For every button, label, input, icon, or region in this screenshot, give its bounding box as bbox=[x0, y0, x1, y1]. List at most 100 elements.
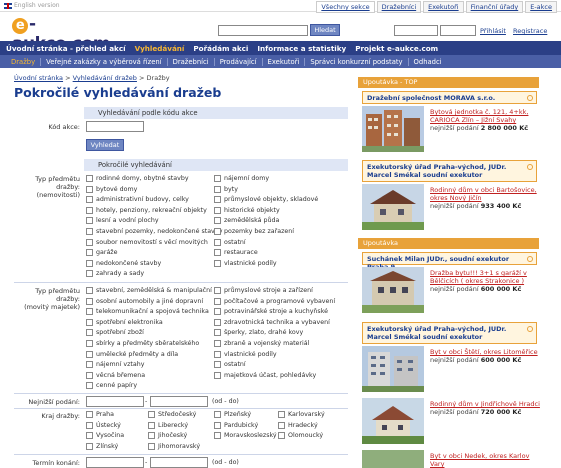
region-checkbox[interactable] bbox=[86, 442, 93, 450]
subnav-tenders[interactable]: Veřejné zakázky a výběrová řízení bbox=[41, 57, 168, 66]
checkbox[interactable] bbox=[86, 206, 93, 214]
promo-title[interactable]: Rodinný dům v obci Bartošovice, okres No… bbox=[430, 186, 540, 202]
checkbox[interactable] bbox=[214, 228, 221, 235]
region-checkbox[interactable] bbox=[148, 442, 155, 450]
checkbox[interactable] bbox=[214, 318, 221, 326]
search-input[interactable] bbox=[218, 25, 308, 36]
checkbox[interactable] bbox=[86, 308, 93, 316]
subnav-trustees[interactable]: Správci konkurzní podstaty bbox=[305, 57, 409, 66]
checkbox[interactable] bbox=[86, 238, 93, 246]
checkbox[interactable] bbox=[214, 350, 221, 358]
checkbox[interactable] bbox=[86, 318, 93, 326]
breadcrumb-search[interactable]: Vyhledávání dražeb bbox=[73, 74, 137, 82]
region-checkbox[interactable] bbox=[214, 421, 221, 429]
checkbox[interactable] bbox=[86, 371, 93, 379]
subnav-auctioneers[interactable]: Dražebníci bbox=[168, 57, 215, 66]
checkbox[interactable] bbox=[86, 287, 93, 294]
subnav-auctions[interactable]: Dražby bbox=[6, 57, 42, 66]
checkbox[interactable] bbox=[214, 361, 221, 369]
region-checkbox[interactable] bbox=[86, 411, 93, 418]
checkbox[interactable] bbox=[214, 175, 221, 182]
section-link-auctioneers[interactable]: Dražebníci bbox=[376, 1, 422, 13]
checkbox[interactable] bbox=[214, 297, 221, 305]
section-link-tax-offices[interactable]: Finanční úřady bbox=[465, 1, 524, 13]
lowest-bid-to[interactable] bbox=[150, 396, 208, 407]
region-checkbox[interactable] bbox=[278, 421, 285, 429]
region-checkbox[interactable] bbox=[148, 421, 155, 429]
property-photo[interactable] bbox=[362, 106, 424, 152]
checkbox[interactable] bbox=[214, 196, 221, 204]
region-checkbox[interactable] bbox=[214, 411, 221, 418]
nav-project[interactable]: Projekt e-aukce.com bbox=[355, 44, 438, 53]
promo-title[interactable]: Bytová jednotka č. 121, 4+kk, CARIOCA Zl… bbox=[430, 108, 540, 124]
checkbox[interactable] bbox=[86, 175, 93, 182]
checkbox[interactable] bbox=[214, 329, 221, 337]
region-checkbox[interactable] bbox=[86, 432, 93, 439]
property-photo[interactable] bbox=[362, 184, 424, 230]
property-photo[interactable] bbox=[362, 346, 424, 392]
code-input[interactable] bbox=[86, 121, 144, 132]
subnav-appraisers[interactable]: Odhadci bbox=[409, 58, 447, 66]
region-checkbox[interactable] bbox=[278, 432, 285, 439]
checkbox[interactable] bbox=[214, 238, 221, 246]
checkbox[interactable] bbox=[214, 249, 221, 257]
nav-organize[interactable]: Pořádám akci bbox=[193, 44, 248, 53]
checkbox[interactable] bbox=[214, 308, 221, 316]
code-search-button[interactable]: Vyhledat bbox=[86, 139, 124, 151]
term-to[interactable] bbox=[150, 457, 208, 468]
checkbox[interactable] bbox=[86, 297, 93, 305]
checkbox[interactable] bbox=[86, 259, 93, 267]
region-checkbox[interactable] bbox=[148, 432, 155, 439]
subnav-executors[interactable]: Exekutoři bbox=[263, 57, 306, 66]
property-photo[interactable] bbox=[362, 450, 424, 468]
checkbox[interactable] bbox=[214, 340, 221, 347]
nav-info[interactable]: Informace a statistiky bbox=[257, 44, 346, 53]
region-checkbox[interactable] bbox=[148, 411, 155, 418]
checkbox[interactable] bbox=[86, 196, 93, 204]
promo-title[interactable]: Dražba bytu!!! 3+1 s garáží v Bělčicích … bbox=[430, 269, 540, 285]
breadcrumb-home[interactable]: Úvodní stránka bbox=[14, 74, 63, 82]
subnav-sellers[interactable]: Prodávající bbox=[215, 57, 263, 66]
checkbox[interactable] bbox=[86, 382, 93, 390]
checkbox[interactable] bbox=[86, 329, 93, 337]
promo-title[interactable]: Byt v obci Nedek, okres Karlov Vary bbox=[430, 452, 540, 468]
region-checkbox[interactable] bbox=[214, 432, 221, 439]
lowest-bid-from[interactable] bbox=[86, 396, 144, 407]
checkbox[interactable] bbox=[86, 217, 93, 225]
checkbox[interactable] bbox=[86, 270, 93, 278]
region-checkbox[interactable] bbox=[278, 411, 285, 418]
nav-search[interactable]: Vyhledávání bbox=[135, 44, 185, 53]
english-version-link[interactable]: English version bbox=[14, 2, 60, 9]
property-photo[interactable] bbox=[362, 267, 424, 313]
promo-org[interactable]: Suchánek Milan JUDr., soudní exekutor Pr… bbox=[362, 252, 537, 271]
checkbox[interactable] bbox=[86, 249, 93, 257]
checkbox[interactable] bbox=[214, 217, 221, 225]
promo-title[interactable]: Byt v obci Štětí, okres Litoměřice bbox=[430, 348, 540, 356]
checkbox[interactable] bbox=[86, 350, 93, 358]
promo-org[interactable]: Exekutorský úřad Praha-východ, JUDr. Mar… bbox=[362, 160, 537, 182]
nav-home[interactable]: Úvodní stránka - přehled akcí bbox=[6, 44, 126, 53]
property-photo[interactable] bbox=[362, 398, 424, 444]
promo-title[interactable]: Rodinný dům v Jindřichově Hradci bbox=[430, 400, 540, 408]
checkbox[interactable] bbox=[214, 185, 221, 193]
login-input[interactable] bbox=[394, 25, 438, 36]
checkbox[interactable] bbox=[214, 371, 221, 379]
term-from[interactable] bbox=[86, 457, 144, 468]
section-link-all[interactable]: Všechny sekce bbox=[316, 1, 375, 13]
checkbox[interactable] bbox=[214, 287, 221, 294]
checkbox[interactable] bbox=[214, 259, 221, 267]
uk-flag-icon[interactable] bbox=[4, 3, 12, 9]
checkbox[interactable] bbox=[86, 185, 93, 193]
search-button[interactable]: Hledat bbox=[310, 24, 340, 36]
checkbox[interactable] bbox=[214, 206, 221, 214]
checkbox[interactable] bbox=[86, 228, 93, 235]
promo-org[interactable]: Exekutorský úřad Praha-východ, JUDr. Mar… bbox=[362, 322, 537, 344]
register-link[interactable]: Registrace bbox=[513, 27, 547, 35]
site-logo[interactable]: e-aukce.com bbox=[12, 14, 116, 54]
checkbox[interactable] bbox=[86, 361, 93, 369]
checkbox[interactable] bbox=[86, 340, 93, 347]
promo-org[interactable]: Dražební společnost MORAVA s.r.o. bbox=[362, 91, 537, 104]
login-link[interactable]: Přihlásit bbox=[480, 27, 506, 35]
section-link-e-akce[interactable]: E-akce bbox=[525, 1, 557, 13]
password-input[interactable] bbox=[440, 25, 476, 36]
